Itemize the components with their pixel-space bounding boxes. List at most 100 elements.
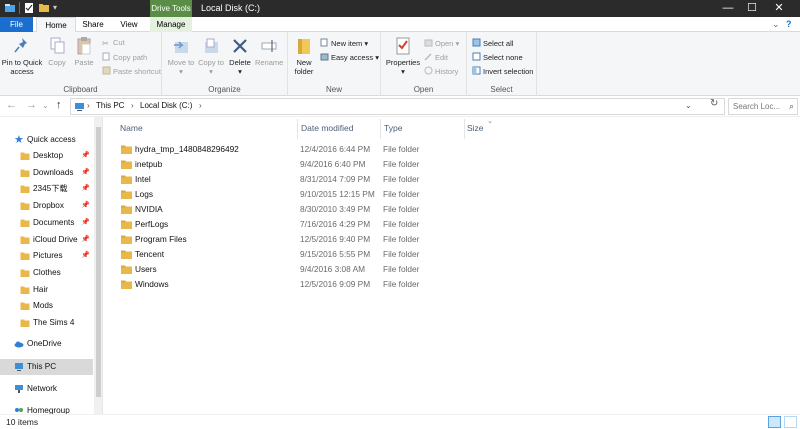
back-arrow-icon[interactable]: ← [6, 99, 17, 111]
file-row[interactable]: PerfLogs 7/16/2016 4:29 PM File folder [117, 217, 497, 232]
file-row[interactable]: Windows 12/5/2016 9:09 PM File folder [117, 277, 497, 292]
nav-item[interactable]: The Sims 4 [0, 315, 93, 331]
up-arrow-icon[interactable]: ↑ [56, 99, 62, 111]
tab-file[interactable]: File [0, 17, 33, 32]
pin-icon[interactable]: 📌 [81, 198, 90, 214]
file-row[interactable]: NVIDIA 8/30/2010 3:49 PM File folder [117, 202, 497, 217]
delete-button[interactable]: Delete ▾ [227, 36, 253, 76]
nav-homegroup[interactable]: Homegroup [0, 403, 93, 414]
properties-button[interactable]: Properties ▾ [384, 36, 422, 76]
properties-quick-icon[interactable] [23, 2, 35, 14]
pin-icon[interactable]: 📌 [81, 215, 90, 231]
pin-to-quick-access-button[interactable]: Pin to Quick access [1, 36, 43, 76]
nav-this-pc[interactable]: This PC [0, 359, 93, 375]
navigation-scrollbar[interactable] [94, 117, 102, 414]
new-group: New folder New item ▾ Easy access ▾ New [288, 32, 381, 96]
nav-item-label: Desktop [33, 151, 64, 160]
pin-icon[interactable]: 📌 [81, 148, 90, 164]
new-folder-quick-icon[interactable] [38, 2, 50, 14]
column-divider[interactable] [464, 119, 465, 139]
breadcrumb-this-pc[interactable]: This PC [96, 101, 124, 110]
column-header-name[interactable]: Name [120, 123, 143, 133]
nav-network[interactable]: Network [0, 381, 93, 397]
breadcrumb-separator-icon[interactable]: › [87, 101, 90, 110]
select-all-button[interactable]: Select all [472, 38, 513, 49]
large-icons-view-icon[interactable] [784, 416, 797, 428]
copy-icon [50, 37, 65, 54]
details-view-icon[interactable] [768, 416, 781, 428]
file-date: 7/16/2016 4:29 PM [300, 219, 371, 229]
column-divider[interactable] [297, 119, 298, 139]
nav-item[interactable]: Hair [0, 282, 93, 298]
pin-icon[interactable]: 📌 [81, 165, 90, 181]
file-row[interactable]: Logs 9/10/2015 12:15 PM File folder [117, 187, 497, 202]
move-to-button[interactable]: Move to ▾ [167, 36, 195, 76]
nav-item[interactable]: Desktop 📌 [0, 148, 93, 164]
customize-qat-icon[interactable]: ▾ [53, 2, 57, 14]
nav-onedrive[interactable]: OneDrive [0, 336, 93, 352]
scrollbar-thumb[interactable] [96, 127, 101, 397]
rename-button[interactable]: Rename [255, 36, 283, 67]
breadcrumb-local-disk[interactable]: Local Disk (C:) [140, 101, 192, 110]
search-input[interactable]: Search Loc... ⌕ [728, 98, 798, 115]
nav-item[interactable]: Mods [0, 298, 93, 314]
tab-share[interactable]: Share [76, 17, 110, 32]
tab-manage[interactable]: Manage [150, 17, 192, 32]
paste-button[interactable]: Paste [71, 36, 97, 67]
select-none-button[interactable]: Select none [472, 52, 523, 63]
open-button[interactable]: Open ▾ [424, 38, 459, 49]
address-bar[interactable]: › This PC › Local Disk (C:) › ⌄ [70, 98, 725, 115]
paste-shortcut-button[interactable]: Paste shortcut [102, 66, 161, 77]
paste-shortcut-label: Paste shortcut [113, 67, 161, 76]
expand-ribbon-icon[interactable]: ⌄ [772, 19, 780, 30]
file-row[interactable]: Program Files 12/5/2016 9:40 PM File folde… [117, 232, 497, 247]
column-header-date[interactable]: Date modified [301, 123, 353, 133]
tab-view[interactable]: View [110, 17, 148, 32]
breadcrumb-separator-icon[interactable]: › [199, 101, 202, 110]
copy-path-icon [102, 52, 110, 61]
invert-selection-button[interactable]: Invert selection [472, 66, 533, 77]
rename-label: Rename [255, 58, 284, 67]
column-header-size[interactable]: Size [467, 123, 484, 133]
nav-item[interactable]: Downloads 📌 [0, 165, 93, 181]
nav-item[interactable]: Documents 📌 [0, 215, 93, 231]
pin-icon[interactable]: 📌 [81, 181, 90, 197]
easy-access-button[interactable]: Easy access ▾ [320, 52, 379, 63]
nav-quick-access[interactable]: ★ Quick access [0, 132, 93, 148]
forward-arrow-icon[interactable]: → [26, 99, 37, 111]
edit-icon [424, 53, 432, 61]
cut-button[interactable]: ✂ Cut [102, 38, 125, 48]
nav-item[interactable]: 2345下载 📌 [0, 181, 93, 197]
file-row[interactable]: hydra_tmp_1480848296492 12/4/2016 6:44 PM… [117, 142, 497, 157]
history-button[interactable]: History [424, 66, 458, 77]
nav-item-label: Hair [33, 284, 49, 294]
new-folder-button[interactable]: New folder [290, 36, 318, 76]
recent-locations-icon[interactable]: ⌄ [42, 101, 49, 110]
pin-icon[interactable]: 📌 [81, 248, 90, 264]
address-dropdown-icon[interactable]: ⌄ [685, 101, 692, 110]
refresh-icon[interactable]: ↻ [710, 98, 718, 109]
help-icon[interactable]: ? [786, 19, 792, 29]
explorer-icon[interactable] [4, 2, 16, 14]
move-to-dropdown-icon: ▾ [179, 67, 183, 76]
column-divider[interactable] [380, 119, 381, 139]
column-header-type[interactable]: Type [384, 123, 402, 133]
tab-home[interactable]: Home [36, 17, 76, 33]
close-button[interactable]: ✕ [758, 0, 800, 17]
new-item-button[interactable]: New item ▾ [320, 38, 368, 49]
nav-item[interactable]: Clothes [0, 265, 93, 281]
copy-to-button[interactable]: Copy to ▾ [197, 36, 225, 76]
file-row[interactable]: inetpub 9/4/2016 6:40 PM File folder [117, 157, 497, 172]
nav-item[interactable]: Dropbox 📌 [0, 198, 93, 214]
file-row[interactable]: Tencent 9/15/2016 5:55 PM File folder [117, 247, 497, 262]
copy-button[interactable]: Copy [44, 36, 70, 67]
copy-path-button[interactable]: Copy path [102, 52, 147, 63]
nav-item[interactable]: iCloud Drive 📌 [0, 232, 93, 248]
edit-button[interactable]: Edit [424, 52, 448, 63]
file-row[interactable]: Users 9/4/2016 3:08 AM File folder [117, 262, 497, 277]
breadcrumb-separator-icon[interactable]: › [131, 101, 134, 110]
file-row[interactable]: Intel 8/31/2014 7:09 PM File folder [117, 172, 497, 187]
nav-item[interactable]: Pictures 📌 [0, 248, 93, 264]
pin-icon[interactable]: 📌 [81, 232, 90, 248]
folder-icon [121, 205, 132, 214]
